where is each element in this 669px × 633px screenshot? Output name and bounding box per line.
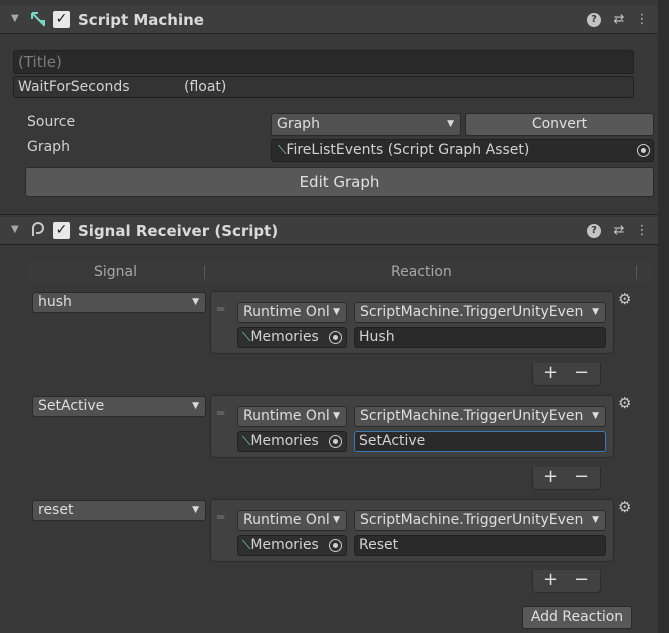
runtime-mode-value: Runtime Onl	[243, 304, 330, 320]
graph-asset-field[interactable]: ⟍FireListEvents (Script Graph Asset)	[271, 139, 654, 162]
script-machine-header[interactable]: ▼ ✓ Script Machine ? ⇄ ⋮	[0, 6, 658, 34]
target-object-name: Memories	[250, 433, 319, 449]
argument-value: SetActive	[359, 433, 426, 449]
more-options-icon[interactable]: ⋮	[635, 11, 649, 29]
fold-arrow-icon[interactable]: ▼	[11, 224, 19, 235]
function-value: ScriptMachine.TriggerUnityEven	[360, 408, 584, 424]
chevron-down-icon: ▼	[592, 515, 599, 525]
reaction-event-panel: ═ Runtime Onl ▼ ScriptMachine.TriggerUni…	[210, 291, 614, 354]
source-value: Graph	[277, 116, 320, 132]
chevron-down-icon: ▼	[333, 411, 340, 421]
graph-asset-name: FireListEvents (Script Graph Asset)	[286, 142, 530, 158]
drag-handle-icon[interactable]: ═	[217, 406, 224, 420]
chevron-down-icon: ▼	[447, 119, 454, 129]
reaction-list-footer: + −	[532, 363, 601, 386]
target-object-name: Memories	[250, 329, 319, 345]
drag-handle-icon[interactable]: ═	[217, 510, 224, 524]
title-placeholder: (Title)	[18, 53, 62, 71]
gear-icon[interactable]: ⚙	[618, 290, 631, 308]
gear-icon[interactable]: ⚙	[618, 394, 631, 412]
remove-listener-button[interactable]: −	[574, 570, 589, 590]
target-object-field[interactable]: ⟍Memories	[237, 327, 347, 348]
object-picker-icon[interactable]	[637, 144, 650, 157]
chevron-down-icon: ▼	[192, 505, 199, 515]
graph-summary-field[interactable]: WaitForSeconds (float)	[13, 76, 634, 98]
function-dropdown[interactable]: ScriptMachine.TriggerUnityEven ▼	[354, 406, 606, 427]
drag-handle-icon[interactable]: ═	[217, 302, 224, 316]
signal-receiver-header[interactable]: ▼ ✓ Signal Receiver (Script) ? ⇄ ⋮	[0, 217, 658, 245]
source-label: Source	[27, 114, 76, 130]
convert-button[interactable]: Convert	[465, 113, 654, 136]
component-title: Signal Receiver (Script)	[78, 222, 279, 240]
signal-value: hush	[38, 294, 72, 310]
graph-title-field[interactable]: (Title)	[13, 50, 634, 74]
target-object-name: Memories	[250, 537, 319, 553]
help-icon[interactable]: ?	[587, 224, 601, 238]
chevron-down-icon: ▼	[192, 297, 199, 307]
runtime-mode-dropdown[interactable]: Runtime Onl ▼	[237, 302, 347, 323]
graph-type: (float)	[184, 79, 227, 95]
presets-icon[interactable]: ⇄	[610, 222, 628, 240]
target-object-field[interactable]: ⟍Memories	[237, 431, 347, 452]
target-object-field[interactable]: ⟍Memories	[237, 535, 347, 556]
remove-listener-button[interactable]: −	[574, 467, 589, 487]
component-divider	[0, 214, 658, 215]
signal-value: reset	[38, 502, 74, 518]
object-picker-icon[interactable]	[329, 435, 342, 448]
function-dropdown[interactable]: ScriptMachine.TriggerUnityEven ▼	[354, 510, 606, 531]
add-reaction-button[interactable]: Add Reaction	[522, 606, 632, 629]
reaction-list-footer: + −	[532, 570, 601, 593]
argument-field[interactable]: SetActive	[354, 431, 606, 452]
remove-listener-button[interactable]: −	[574, 363, 589, 383]
chevron-down-icon: ▼	[333, 515, 340, 525]
help-icon[interactable]: ?	[587, 13, 601, 27]
column-separator	[636, 266, 637, 279]
object-picker-icon[interactable]	[329, 539, 342, 552]
runtime-mode-value: Runtime Onl	[243, 408, 330, 424]
signal-value: SetActive	[38, 398, 105, 414]
signal-dropdown[interactable]: hush ▼	[32, 292, 206, 313]
chevron-down-icon: ▼	[192, 401, 199, 411]
column-header-signal: Signal	[94, 264, 138, 280]
graph-label: Graph	[27, 139, 70, 155]
enable-checkbox[interactable]: ✓	[53, 11, 70, 28]
signal-table-header: Signal Reaction	[26, 261, 654, 284]
argument-field[interactable]: Hush	[354, 327, 606, 348]
script-machine-component-icon	[31, 12, 45, 26]
add-listener-button[interactable]: +	[543, 467, 558, 487]
source-dropdown[interactable]: Graph ▼	[271, 113, 461, 136]
add-listener-button[interactable]: +	[543, 363, 558, 383]
graph-name: WaitForSeconds	[18, 79, 130, 95]
object-picker-icon[interactable]	[329, 331, 342, 344]
signal-dropdown[interactable]: SetActive ▼	[32, 396, 206, 417]
component-title: Script Machine	[78, 11, 204, 29]
runtime-mode-dropdown[interactable]: Runtime Onl ▼	[237, 510, 347, 531]
runtime-mode-value: Runtime Onl	[243, 512, 330, 528]
argument-value: Reset	[359, 537, 399, 553]
presets-icon[interactable]: ⇄	[610, 11, 628, 29]
enable-checkbox[interactable]: ✓	[53, 222, 70, 239]
signal-dropdown[interactable]: reset ▼	[32, 500, 206, 521]
chevron-down-icon: ▼	[333, 307, 340, 317]
add-listener-button[interactable]: +	[543, 570, 558, 590]
fold-arrow-icon[interactable]: ▼	[11, 13, 19, 24]
gear-icon[interactable]: ⚙	[618, 498, 631, 516]
runtime-mode-dropdown[interactable]: Runtime Onl ▼	[237, 406, 347, 427]
column-header-reaction: Reaction	[391, 264, 452, 280]
inspector-scrollbar[interactable]	[658, 0, 669, 633]
function-value: ScriptMachine.TriggerUnityEven	[360, 304, 584, 320]
edit-graph-button[interactable]: Edit Graph	[25, 167, 654, 197]
function-dropdown[interactable]: ScriptMachine.TriggerUnityEven ▼	[354, 302, 606, 323]
argument-field[interactable]: Reset	[354, 535, 606, 556]
reaction-event-panel: ═ Runtime Onl ▼ ScriptMachine.TriggerUni…	[210, 499, 614, 562]
more-options-icon[interactable]: ⋮	[635, 222, 649, 240]
column-separator	[204, 266, 205, 279]
chevron-down-icon: ▼	[592, 307, 599, 317]
reaction-list-footer: + −	[532, 467, 601, 490]
argument-value: Hush	[359, 329, 395, 345]
signal-receiver-icon	[32, 222, 45, 236]
chevron-down-icon: ▼	[592, 411, 599, 421]
reaction-event-panel: ═ Runtime Onl ▼ ScriptMachine.TriggerUni…	[210, 395, 614, 458]
function-value: ScriptMachine.TriggerUnityEven	[360, 512, 584, 528]
